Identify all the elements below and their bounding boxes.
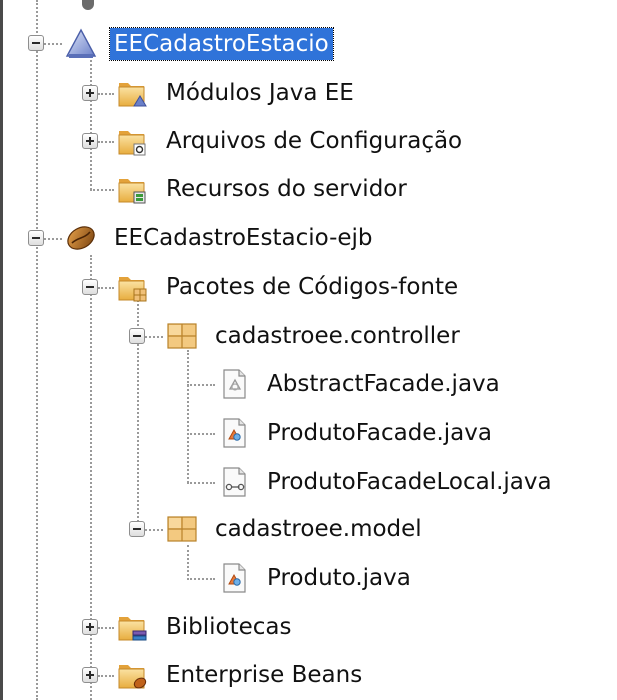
tree-line [98,141,114,143]
expand-toggle[interactable] [82,85,98,101]
tree-line [36,0,38,700]
interface-file-icon [217,465,251,499]
expand-toggle[interactable] [82,133,98,149]
tree-node-file-produto[interactable]: Produto.java [217,556,411,600]
tree-line [145,529,163,531]
tree-line [98,93,114,95]
tree-line [145,336,163,338]
tree-line [90,60,92,190]
tree-node-label: AbstractFacade.java [267,371,500,397]
enterprise-app-icon [65,28,97,58]
partial-node-icon [82,0,94,10]
tree-node-label: cadastroee.model [215,516,422,542]
tree-node-label: ProdutoFacade.java [267,420,492,446]
collapse-toggle[interactable] [129,328,145,344]
tree-node-package-controller[interactable]: cadastroee.controller [165,314,460,358]
collapse-toggle[interactable] [129,521,145,537]
tree-node-file-abstractfacade[interactable]: AbstractFacade.java [217,362,500,406]
package-icon [167,516,197,542]
abstract-class-file-icon [217,367,251,401]
panel-left-border [0,0,3,700]
tree-node-libraries[interactable]: Bibliotecas [116,605,292,649]
server-resources-folder-icon [116,172,146,204]
source-packages-folder-icon [116,270,147,302]
collapse-toggle[interactable] [28,35,44,51]
java-ee-modules-folder-icon [116,76,147,107]
libraries-folder-icon [116,610,147,641]
tree-node-label: Módulos Java EE [166,80,354,106]
tree-line [187,384,215,386]
tree-node-label: Arquivos de Configuração [166,128,463,154]
collapse-toggle[interactable] [82,279,98,295]
tree-node-label: Enterprise Beans [166,662,363,688]
tree-node-source-packages[interactable]: Pacotes de Códigos-fonte [116,265,458,309]
ejb-module-bean-icon [67,226,95,250]
tree-line [44,238,62,240]
tree-node-label: Pacotes de Códigos-fonte [166,274,459,300]
tree-node-enterprise-beans[interactable]: Enterprise Beans [116,653,362,697]
tree-line [98,627,114,629]
collapse-toggle[interactable] [28,230,44,246]
tree-node-label: cadastroee.controller [215,323,460,349]
tree-node-server-resources[interactable]: Recursos do servidor [116,167,407,211]
config-files-folder-icon [116,124,146,156]
tree-node-ejb-module[interactable]: EECadastroEstacio-ejb [64,216,373,260]
tree-line [90,189,114,191]
tree-node-java-ee-modules[interactable]: Módulos Java EE [116,71,354,115]
expand-toggle[interactable] [82,619,98,635]
tree-line [44,43,62,45]
tree-node-project[interactable]: EECadastroEstacio [64,22,334,66]
tree-node-label: EECadastroEstacio [109,27,334,61]
tree-node-file-produtofacadelocal[interactable]: ProdutoFacadeLocal.java [217,460,552,504]
tree-node-config-files[interactable]: Arquivos de Configuração [116,119,462,163]
tree-node-label: Recursos do servidor [166,176,407,202]
tree-node-label: Bibliotecas [166,614,292,640]
tree-line [98,287,114,289]
tree-node-label: EECadastroEstacio-ejb [114,225,373,251]
tree-line [98,675,114,677]
tree-line [187,433,215,435]
tree-node-package-model[interactable]: cadastroee.model [165,507,422,551]
class-file-icon [217,416,251,450]
expand-toggle[interactable] [82,667,98,683]
tree-node-label: ProdutoFacadeLocal.java [267,469,552,495]
enterprise-beans-folder-icon [116,658,147,692]
package-icon [167,323,197,349]
tree-line [187,578,215,580]
tree-line [187,482,215,484]
class-file-icon [217,561,251,595]
tree-node-file-produtofacade[interactable]: ProdutoFacade.java [217,411,492,455]
tree-node-label: Produto.java [267,565,411,591]
tree-line [187,350,189,483]
